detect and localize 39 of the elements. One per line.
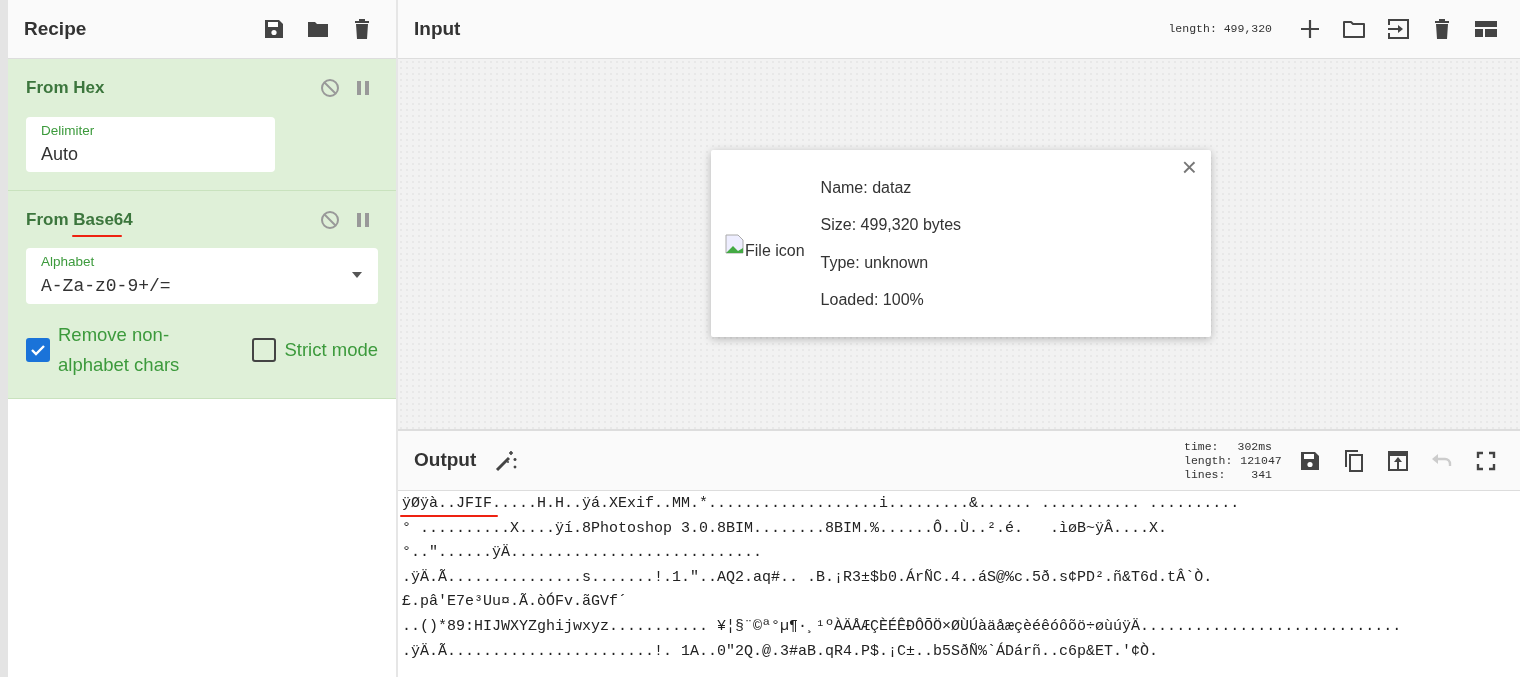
file-info-text: Loaded: 100% — [820, 290, 925, 310]
stat-label: time: — [1184, 439, 1219, 454]
checkbox[interactable] — [252, 337, 277, 362]
panel-title: Input — [414, 16, 461, 41]
operation-title: From Hex — [26, 77, 105, 99]
output-line: .ÿÄ.Ã.......................!. 1A..0"2Q.@.3#aB.qR4.P$.¡C±..b5SðÑ%`ÁDárñ..c6p&ET.'¢Ò. — [402, 642, 1159, 661]
stat-value: 121047 — [1240, 453, 1282, 468]
import-icon — [1386, 17, 1410, 41]
output-line: £.pâ'E7e³Uu¤.Ã.òÓFv.ãGVf´ — [402, 593, 628, 612]
panel-title: Output — [414, 448, 477, 473]
output-line: .ÿÄ.Ã...............s.......!.1."..AQ2.aq#.. .B.¡R3±$b0.ÁrÑC.4..áS@%c.5ð.s¢PD².ñ&T6d.tÂ`Ò. — [402, 568, 1213, 587]
checkbox[interactable] — [26, 337, 50, 362]
file-icon-alt-text: File icon — [745, 240, 805, 261]
output-line: ..()*89:HIJWXYZghijwxyz........... ¥¦§¨©ª°µ¶·¸¹ºÀÄÅÆÇÈÉÊÐÔÕÖ×ØÙÚàäåæçèéêóôõö÷øùúÿÄ............................. — [402, 617, 1402, 636]
annotation-underline — [72, 234, 122, 237]
checkbox-label: Strict mode — [284, 337, 378, 362]
checkbox-label: Remove non-alphabet chars — [58, 322, 181, 377]
stat-label: lines: — [1184, 467, 1226, 482]
export-icon — [1386, 448, 1410, 473]
file-icon — [725, 233, 745, 254]
file-info-text: Size: 499,320 bytes — [820, 215, 963, 235]
copy-icon — [1342, 448, 1366, 473]
length-info: length: 499,320 — [1168, 21, 1272, 38]
panel-title: Recipe — [24, 16, 87, 41]
output-line: ° ..........X....ÿí.8Photoshop 3.0.8BIM........8BIM.%......Ô..Ù..².é. .ìøB~ÿÂ....X. — [402, 519, 1168, 538]
plus-icon — [1298, 17, 1322, 41]
stat-value: 341 — [1251, 467, 1272, 482]
operation-title: From Base64 — [26, 206, 133, 233]
dropdown[interactable]: Alphabet A-Za-z0-9+/= — [26, 248, 378, 304]
save-icon — [262, 17, 286, 41]
file-info-text: Name: dataz — [820, 177, 913, 198]
close-button[interactable]: × — [1181, 154, 1197, 180]
stat-label: length: — [1184, 453, 1233, 468]
output-line: °.."......ÿÄ............................ — [402, 544, 763, 563]
caret-icon — [351, 272, 363, 280]
file-info-text: Type: unknown — [820, 252, 930, 273]
stat-value: 302ms — [1237, 439, 1272, 454]
output-line: ÿØÿà..JFIF.....H.H..ÿá.XExif..MM.*...................i.........&...... ........... .......... — [402, 495, 1240, 513]
input-field[interactable]: Delimiter Auto — [26, 116, 275, 172]
